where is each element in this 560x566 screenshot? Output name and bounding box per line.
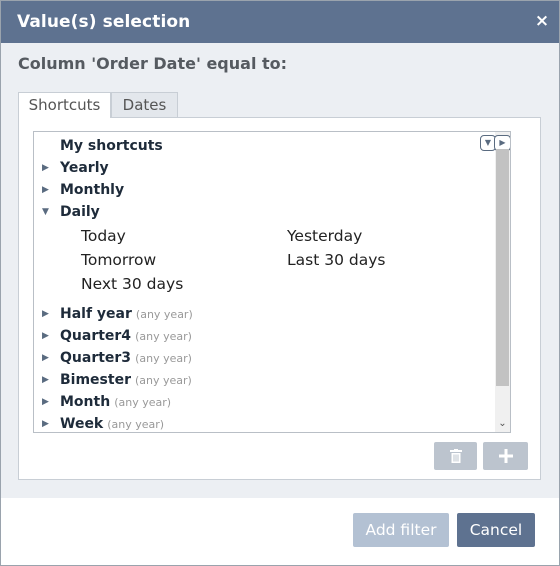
chevron-right-icon: ▶ — [42, 309, 49, 319]
cancel-button[interactable]: Cancel — [457, 513, 535, 547]
chevron-right-icon: ▶ — [42, 375, 49, 385]
chevron-down-icon: ▼ — [42, 207, 49, 217]
chevron-right-icon: ▶ — [42, 331, 49, 341]
tab-shortcuts[interactable]: Shortcuts — [18, 92, 111, 118]
shortcut-next-30-days[interactable]: Next 30 days — [81, 275, 183, 297]
tree-scrollbar[interactable]: ▶ ⌄ — [494, 132, 510, 432]
shortcut-today[interactable]: Today — [81, 227, 126, 249]
tree-node-week[interactable]: ▶ Week (any year) — [42, 416, 164, 432]
chevron-right-icon: ▶ — [42, 419, 49, 429]
tree-node-monthly[interactable]: ▶ Monthly — [42, 182, 124, 202]
filter-heading: Column 'Order Date' equal to: — [18, 54, 288, 73]
tree-node-bimester[interactable]: ▶ Bimester (any year) — [42, 372, 192, 392]
dialog-title: Value(s) selection — [17, 12, 191, 32]
tree-node-yearly[interactable]: ▶ Yearly — [42, 160, 109, 180]
chevron-right-icon: ▶ — [42, 163, 49, 173]
tree-node-daily[interactable]: ▼ Daily — [42, 204, 100, 224]
add-shortcut-button[interactable] — [483, 442, 528, 470]
value-selection-dialog: Value(s) selection × Column 'Order Date'… — [0, 0, 560, 566]
shortcuts-panel: My shortcuts ▼ ▶ Yearly ▶ Monthly ▼ Daily T… — [18, 117, 541, 480]
shortcut-tomorrow[interactable]: Tomorrow — [81, 251, 156, 273]
dialog-body: Column 'Order Date' equal to: Shortcuts … — [1, 43, 559, 498]
chevron-right-icon: ▶ — [42, 185, 49, 195]
trash-icon — [449, 449, 462, 463]
chevron-right-icon: ▶ — [42, 397, 49, 407]
tab-dates[interactable]: Dates — [111, 92, 178, 117]
chevron-right-icon: ▶ — [42, 353, 49, 363]
scroll-down-icon[interactable]: ⌄ — [495, 416, 510, 432]
scrollbar-thumb[interactable] — [496, 149, 509, 386]
delete-shortcut-button[interactable] — [434, 442, 477, 470]
shortcuts-tree: My shortcuts ▼ ▶ Yearly ▶ Monthly ▼ Daily T… — [33, 131, 511, 433]
add-filter-button[interactable]: Add filter — [353, 513, 449, 547]
tree-node-half-year[interactable]: ▶ Half year (any year) — [42, 306, 193, 326]
shortcut-yesterday[interactable]: Yesterday — [287, 227, 362, 249]
tree-node-quarter4[interactable]: ▶ Quarter4 (any year) — [42, 328, 192, 348]
tree-root-label: My shortcuts — [60, 138, 163, 154]
plus-icon — [498, 449, 513, 463]
tree-node-quarter3[interactable]: ▶ Quarter3 (any year) — [42, 350, 192, 370]
dialog-titlebar: Value(s) selection × — [1, 1, 559, 43]
close-icon[interactable]: × — [533, 11, 551, 31]
shortcut-last-30-days[interactable]: Last 30 days — [287, 251, 385, 273]
tree-node-month[interactable]: ▶ Month (any year) — [42, 394, 171, 414]
tree-root-my-shortcuts: My shortcuts — [60, 138, 163, 158]
